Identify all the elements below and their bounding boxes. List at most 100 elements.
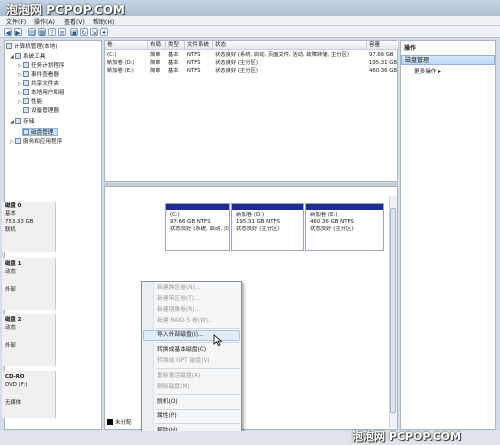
device-icon: [23, 107, 29, 113]
tree-item-disk-management[interactable]: 磁盘管理: [22, 128, 59, 136]
properties-icon[interactable]: ▣: [70, 28, 78, 37]
partition-d[interactable]: 新加卷 (D:) 195.31 GB NTFS 状态良好 (主分区): [231, 203, 304, 251]
unallocated-swatch: [107, 419, 113, 425]
table-cell: 195.31 GB: [369, 60, 397, 66]
performance-icon: [23, 98, 29, 104]
disk-1-state: 外部: [5, 287, 16, 293]
show-tree-icon[interactable]: ▦: [38, 28, 46, 37]
disk-0-name: 磁盘 0: [5, 203, 22, 209]
storage-icon: [15, 118, 21, 124]
actions-more[interactable]: 更多操作 ▸: [414, 67, 441, 75]
menu-separator: [156, 394, 240, 395]
menu-help[interactable]: 帮助(H): [93, 17, 114, 26]
disk-1-label[interactable]: 磁盘 1 动态 外部: [2, 258, 56, 310]
disk-0-label[interactable]: 磁盘 0 基本 753.33 GB 联机: [2, 202, 56, 252]
tree-item-root[interactable]: 计算机管理(本地): [6, 43, 58, 51]
disk-2-name: 磁盘 2: [5, 317, 22, 323]
menu-view[interactable]: 查看(V): [64, 17, 85, 26]
tree-item-services[interactable]: ▷ 服务和应用程序: [10, 138, 62, 146]
tree-item-task-scheduler[interactable]: ▷ 任务计划程序: [18, 62, 65, 70]
column-header-status[interactable]: 状态: [213, 41, 367, 50]
disk-0-size: 753.33 GB: [5, 219, 34, 225]
table-cell: 简单: [150, 52, 161, 58]
column-header-volume[interactable]: 卷: [105, 41, 148, 50]
menu-item-offline[interactable]: 脱机(O): [157, 397, 178, 408]
disk-icon: [23, 129, 29, 135]
tree-item-storage[interactable]: ◢ 存储: [10, 118, 34, 126]
partition-e[interactable]: 新加卷 (E:) 460.36 GB NTFS 状态良好 (主分区): [305, 203, 384, 251]
menu-item-new-striped[interactable]: 新建带区卷(T)...: [157, 294, 200, 305]
menu-separator: [156, 342, 240, 343]
menu-action[interactable]: 操作(A): [34, 17, 55, 26]
disk-0-state: 联机: [5, 227, 16, 233]
actions-disk-management[interactable]: 磁盘管理: [401, 55, 495, 65]
refresh-icon[interactable]: ↻: [80, 28, 88, 37]
table-cell: 97.66 GB: [369, 52, 394, 58]
partition-bar: [232, 204, 303, 210]
tree-item-device-manager[interactable]: 设备管理器: [23, 107, 59, 115]
partition-c[interactable]: (C:) 97.66 GB NTFS 状态良好 (系统, 启动, 页: [165, 203, 230, 251]
table-cell: NTFS: [187, 68, 201, 74]
table-cell: 基本: [168, 60, 179, 66]
menu-item-new-spanned[interactable]: 新建跨区卷(N)...: [157, 283, 200, 294]
column-header-type[interactable]: 类型: [166, 41, 185, 50]
menu-item-delete-disk[interactable]: 删除磁盘(M): [157, 382, 190, 393]
table-row-volume[interactable]: 新加卷 (D:): [105, 59, 148, 67]
table-cell: NTFS: [187, 60, 201, 66]
disk-2-state: 外部: [5, 343, 16, 349]
disk-1-type: 动态: [5, 269, 16, 275]
disk-0-type: 基本: [5, 211, 16, 217]
folder-icon: [23, 80, 29, 86]
table-row-volume[interactable]: (C:): [105, 51, 148, 59]
table-cell: 简单: [150, 60, 161, 66]
cdrom-label[interactable]: CD-RO DVD (F:) 无媒体: [2, 371, 56, 418]
context-menu-gutter: [142, 282, 154, 439]
partition-bar: [166, 204, 229, 210]
tools-icon: [15, 53, 21, 59]
event-log-icon: [23, 71, 29, 77]
tree-item-shared-folders[interactable]: ▷ 共享文件夹: [18, 80, 59, 88]
menu-item-reactivate[interactable]: 重新激活磁盘(A): [157, 371, 200, 382]
disk-1-name: 磁盘 1: [5, 261, 22, 267]
menu-item-convert-basic[interactable]: 转换成基本磁盘(C): [157, 345, 206, 356]
scrollbar-thumb[interactable]: [390, 208, 396, 413]
menu-item-properties[interactable]: 属性(P): [157, 411, 177, 422]
computer-icon: [6, 43, 12, 49]
menu-file[interactable]: 文件(F): [6, 17, 26, 26]
back-icon[interactable]: ◀: [4, 28, 12, 37]
settings-icon[interactable]: ✦: [100, 28, 108, 37]
tree-item-event-viewer[interactable]: ▷ 事件查看器: [18, 71, 59, 79]
menu-item-new-mirrored[interactable]: 新建镜像卷(R)...: [157, 305, 200, 316]
clock-icon: [23, 62, 29, 68]
tree-item-local-users[interactable]: ▷ 本地用户和组: [18, 89, 65, 97]
chevron-right-icon: ▸: [438, 69, 441, 75]
table-cell: 状态良好 (主分区): [215, 68, 258, 74]
export-icon[interactable]: ⇲: [90, 28, 98, 37]
column-header-filesystem[interactable]: 文件系统: [185, 41, 213, 50]
tree-item-performance[interactable]: ▷ 性能: [18, 98, 42, 106]
table-cell: NTFS: [187, 52, 201, 58]
column-header-capacity[interactable]: 容量: [367, 41, 399, 50]
actions-header: 操作: [404, 45, 417, 52]
services-icon: [15, 138, 21, 144]
cdrom-state: 无媒体: [5, 400, 22, 406]
partition-bar: [306, 204, 383, 210]
menu-item-convert-gpt[interactable]: 转换成 GPT 磁盘(V): [157, 356, 210, 367]
legend-unallocated: 未分配: [115, 420, 132, 426]
up-folder-icon[interactable]: ▤: [28, 28, 36, 37]
disk-2-type: 动态: [5, 325, 16, 331]
tree-item-system-tools[interactable]: ◢ 系统工具: [10, 53, 45, 61]
list-icon[interactable]: ≡: [58, 28, 66, 37]
table-cell: 简单: [150, 68, 161, 74]
menu-item-new-raid5[interactable]: 新建 RAID-5 卷(W)...: [157, 316, 214, 327]
menu-bar: 文件(F) 操作(A) 查看(V) 帮助(H): [0, 16, 500, 26]
menu-item-import-foreign[interactable]: 导入外部磁盘(I)...: [157, 330, 204, 341]
help-icon[interactable]: ?: [48, 28, 56, 37]
actions-pane: [400, 40, 496, 430]
disk-2-label[interactable]: 磁盘 2 动态 外部: [2, 314, 56, 366]
users-icon: [23, 89, 29, 95]
forward-icon[interactable]: ▶: [14, 28, 22, 37]
volume-list: 卷 布局 类型 文件系统 状态 容量 (C:) 简单 基本 NTFS 状态良好 …: [104, 40, 399, 182]
table-row-volume[interactable]: 新加卷 (E:): [105, 67, 148, 75]
column-header-layout[interactable]: 布局: [148, 41, 166, 50]
